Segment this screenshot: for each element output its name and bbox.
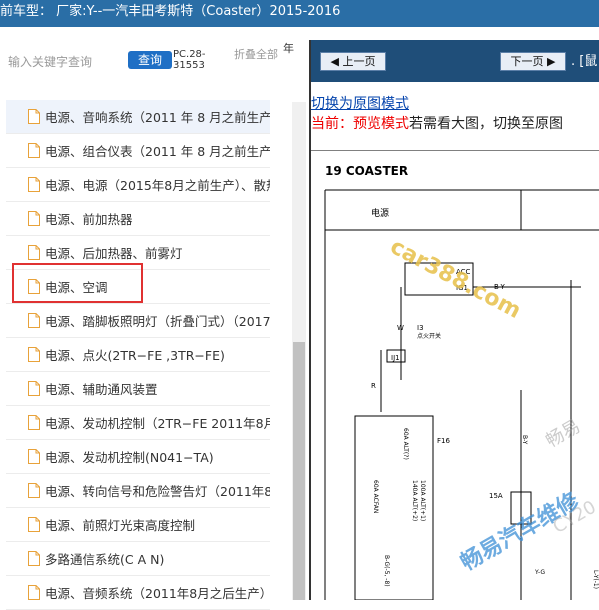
document-icon bbox=[28, 517, 40, 532]
list-item[interactable]: 电源、前加热器 bbox=[6, 202, 270, 236]
mode-suffix: 若需看大图，切换至原图 bbox=[409, 116, 563, 132]
list-item-label: 电源、前加热器 bbox=[45, 212, 133, 227]
list-item-label: 电源、电源（2015年8月之前生产）、散热 bbox=[45, 178, 270, 193]
list-item-label: 电源、辅助通风装置 bbox=[45, 382, 158, 397]
document-icon bbox=[28, 177, 40, 192]
list-item-label: 电源、发动机控制(N041−TA) bbox=[45, 450, 214, 465]
fuse-15a-label: 15A bbox=[489, 492, 503, 500]
vehicle-title: 前车型： 厂家:Y--一汽丰田考斯特（Coaster）2015-2016 bbox=[0, 4, 341, 19]
list-item-label: 电源、转向信号和危险警告灯（2011年8月 bbox=[45, 484, 270, 499]
list-item-label: 电源、组合仪表（2011 年 8 月之前生产） bbox=[45, 144, 270, 159]
list-item[interactable]: 电源、踏脚板照明灯（折叠门式）（2017 年 bbox=[6, 304, 270, 338]
f16-label: F16 bbox=[437, 437, 450, 445]
prev-label: 上一页 bbox=[342, 55, 376, 68]
list-item-label: 电源、后加热器、前雾灯 bbox=[45, 246, 183, 261]
nav-fragment: . [鼠 bbox=[571, 54, 598, 69]
prev-page-button[interactable]: ◀ 上一页 bbox=[320, 52, 386, 71]
watermark-changyi-2: 畅易 bbox=[542, 416, 584, 452]
collapse-all-button[interactable]: 折叠全部 bbox=[234, 49, 278, 61]
acfan-fuse-label: 60A ACFAN bbox=[372, 480, 379, 513]
right-arrow-icon: ▶ bbox=[543, 55, 556, 68]
top-bar: 前车型： 厂家:Y--一汽丰田考斯特（Coaster）2015-2016 bbox=[0, 0, 599, 27]
search-input[interactable] bbox=[6, 50, 122, 74]
document-icon bbox=[28, 585, 40, 600]
diagram-section: 电源 bbox=[371, 207, 389, 219]
year-fragment: 年 bbox=[283, 42, 294, 55]
list-item-label: 电源、音频系统（2011年8月之后生产）导航 bbox=[45, 586, 270, 601]
list-item[interactable]: 电源、发动机控制(N041−TA) bbox=[6, 440, 270, 474]
list-item[interactable]: 电源、发动机控制（2TR−FE 2011年8月之后 bbox=[6, 406, 270, 440]
document-icon bbox=[28, 245, 40, 260]
watermark-car388: car388.com bbox=[386, 234, 525, 324]
query-button[interactable]: 查询 bbox=[128, 51, 172, 69]
pc-code: PC.28-31553 bbox=[173, 49, 206, 71]
list-item[interactable]: 电源、前照灯光束高度控制 bbox=[6, 508, 270, 542]
by2-label: B-Y bbox=[521, 435, 528, 445]
ignition-switch-label: 点火开关 bbox=[417, 332, 441, 340]
document-icon bbox=[28, 449, 40, 464]
bg-label: B-G(-5, -8) bbox=[383, 555, 390, 587]
list-item[interactable]: 电源、音响系统（2011 年 8 月之前生产） bbox=[6, 100, 270, 134]
alt-fuse-label: 60A ALT(?) bbox=[402, 428, 409, 460]
alt1-label: 100A ALT(+1) bbox=[419, 480, 426, 521]
next-page-button[interactable]: 下一页 ▶ bbox=[500, 52, 566, 71]
document-icon bbox=[28, 551, 40, 566]
left-arrow-icon: ◀ bbox=[330, 55, 343, 68]
document-icon bbox=[28, 415, 40, 430]
document-icon bbox=[28, 109, 40, 124]
i3-label: I3 bbox=[417, 324, 424, 332]
list-item-label: 电源、发动机控制（2TR−FE 2011年8月之后 bbox=[45, 416, 270, 431]
r-label: R bbox=[371, 382, 376, 390]
alt2-label: 140A ALT(+2) bbox=[411, 480, 418, 521]
w-label: W bbox=[397, 324, 404, 332]
list-item[interactable]: 电源、点火(2TR−FE ,3TR−FE) bbox=[6, 338, 270, 372]
list-item[interactable]: 电源、辅助通风装置 bbox=[6, 372, 270, 406]
list-item-label: 电源、踏脚板照明灯（折叠门式）（2017 年 bbox=[45, 314, 270, 329]
switch-mode-link[interactable]: 切换为原图模式 bbox=[311, 93, 409, 113]
list-item[interactable]: 多路通信系统(C A N) bbox=[6, 542, 270, 576]
list-item-label: 电源、点火(2TR−FE ,3TR−FE) bbox=[45, 348, 225, 363]
yg-label: Y-G bbox=[534, 569, 545, 576]
wiring-diagram: 19 COASTER 电源 ACC IG1 B-Y I3 点火开关 IJ1 W … bbox=[311, 150, 599, 600]
list-item-label: 电源、音响系统（2011 年 8 月之前生产） bbox=[45, 110, 270, 125]
document-icon bbox=[28, 483, 40, 498]
document-icon bbox=[28, 381, 40, 396]
list-item[interactable]: 电源、电源（2015年8月之前生产）、散热 bbox=[6, 168, 270, 202]
document-icon bbox=[28, 347, 40, 362]
document-icon bbox=[28, 211, 40, 226]
mode-prefix: 当前：预览模式 bbox=[311, 116, 409, 132]
highlight-box bbox=[12, 263, 143, 303]
mode-status: 当前：预览模式若需看大图，切换至原图 bbox=[311, 113, 563, 133]
document-icon bbox=[28, 313, 40, 328]
list-item-label: 电源、前照灯光束高度控制 bbox=[45, 518, 196, 533]
document-icon bbox=[28, 143, 40, 158]
list-item-label: 多路通信系统(C A N) bbox=[45, 552, 165, 567]
scrollbar-thumb[interactable] bbox=[293, 342, 305, 600]
diagram-header: 19 COASTER bbox=[325, 164, 408, 178]
ij1-label: IJ1 bbox=[391, 354, 400, 362]
list-item[interactable]: 电源、转向信号和危险警告灯（2011年8月 bbox=[6, 474, 270, 508]
list-item[interactable]: 电源、音频系统（2011年8月之后生产）导航 bbox=[6, 576, 270, 610]
next-label: 下一页 bbox=[510, 55, 544, 68]
list-scrollbar[interactable] bbox=[292, 102, 306, 600]
ly-label: L-Y(-1) bbox=[592, 570, 599, 589]
list-item[interactable]: 电源、组合仪表（2011 年 8 月之前生产） bbox=[6, 134, 270, 168]
